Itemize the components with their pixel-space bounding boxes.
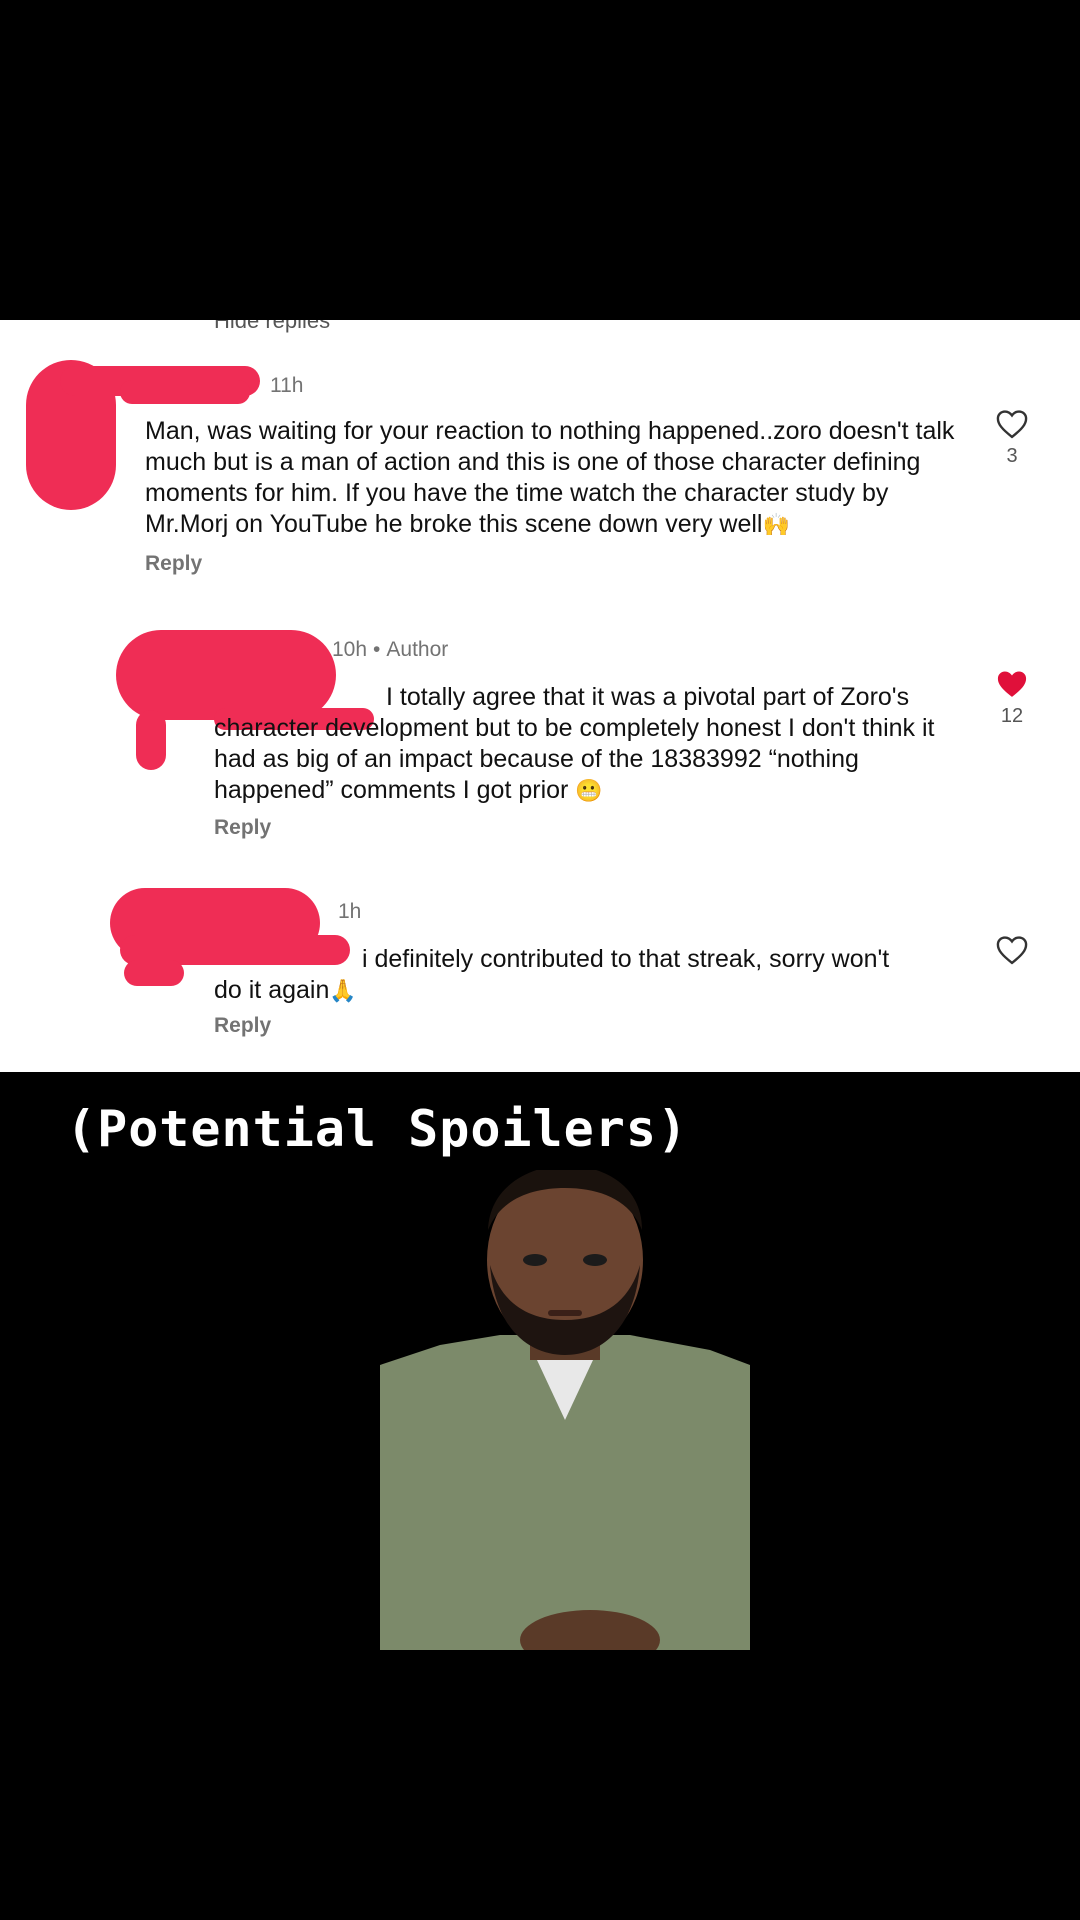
- like-count: 3: [1006, 445, 1018, 467]
- reply-button[interactable]: Reply: [145, 552, 202, 576]
- comment-text: Man, was waiting for your reaction to no…: [145, 417, 955, 538]
- like-column: 12: [986, 668, 1038, 728]
- redaction-mark: [136, 710, 166, 770]
- grimacing-emoji: 😬: [575, 778, 603, 803]
- comment-timestamp: 1h: [338, 900, 362, 923]
- like-count: 12: [1000, 705, 1024, 727]
- reply-button[interactable]: Reply: [214, 1014, 271, 1038]
- folded-hands-emoji: 🙏: [329, 978, 357, 1003]
- comment-text: i definitely contributed to that streak,…: [214, 945, 890, 1004]
- heart-outline-icon[interactable]: [986, 408, 1038, 439]
- comment-timestamp: 10h • Author: [332, 638, 449, 661]
- author-badge: Author: [386, 638, 449, 661]
- heart-filled-icon[interactable]: [986, 668, 1038, 699]
- redaction-mark: [124, 960, 184, 986]
- reply-button[interactable]: Reply: [214, 816, 271, 840]
- comments-panel: Hide replies 11h Man, was waiting for yo…: [0, 320, 1080, 1072]
- comment-timestamp: 11h: [270, 374, 304, 397]
- raised-hands-emoji: 🙌: [762, 512, 790, 537]
- spoiler-caption: (Potential Spoilers): [66, 1100, 689, 1158]
- top-black-area: [0, 0, 1080, 320]
- redaction-mark: [120, 380, 250, 404]
- heart-outline-icon[interactable]: [986, 934, 1038, 965]
- like-column: [986, 934, 1038, 965]
- comment-text: I totally agree that it was a pivotal pa…: [214, 683, 935, 804]
- like-column: 3: [986, 408, 1038, 468]
- hide-replies-link[interactable]: Hide replies: [214, 320, 330, 334]
- person-illustration: [380, 1170, 750, 1650]
- creator-video-feed: [380, 1170, 750, 1650]
